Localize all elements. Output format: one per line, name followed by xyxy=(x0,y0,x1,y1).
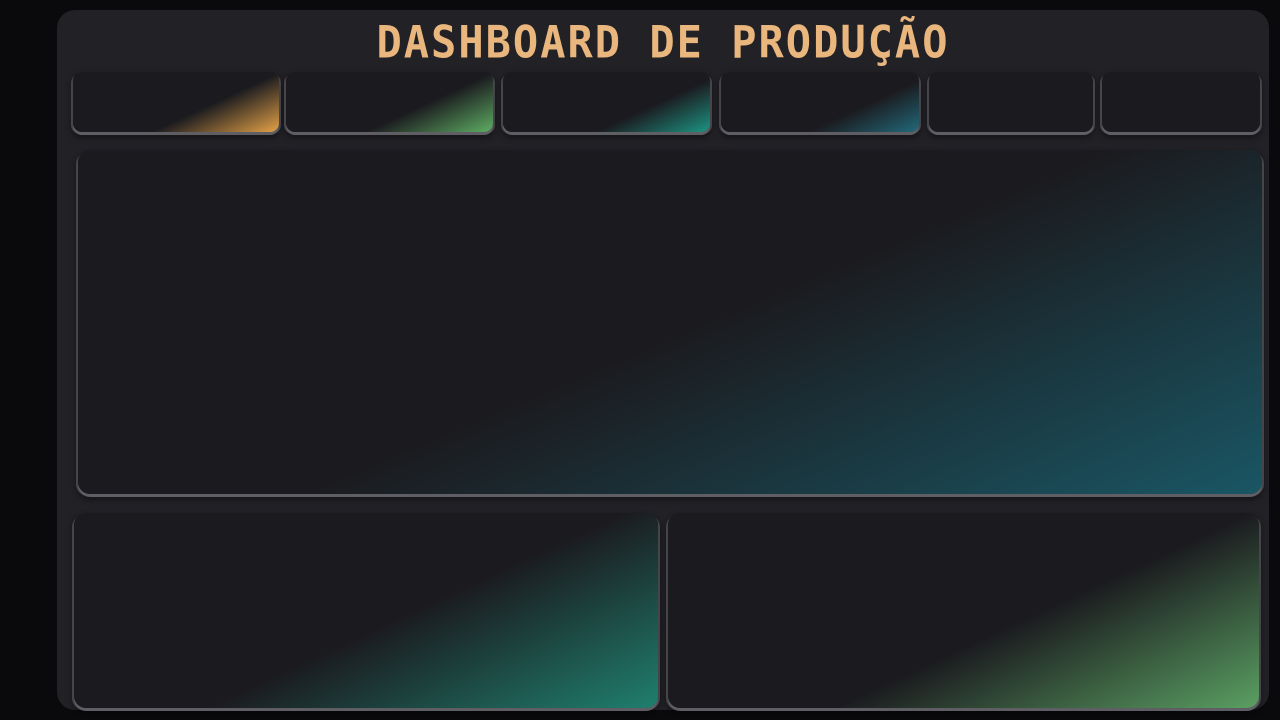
kpi-card-5[interactable] xyxy=(929,72,1093,132)
bottom-right-panel[interactable] xyxy=(668,513,1259,708)
kpi-card-3[interactable] xyxy=(503,72,710,132)
kpi-card-1[interactable] xyxy=(73,72,279,132)
kpi-card-4[interactable] xyxy=(721,72,919,132)
kpi-card-2[interactable] xyxy=(286,72,493,132)
kpi-card-6[interactable] xyxy=(1102,72,1260,132)
dashboard-frame: DASHBOARD DE PRODUÇÃO xyxy=(57,10,1269,710)
screen: DASHBOARD DE PRODUÇÃO xyxy=(0,0,1280,720)
bottom-left-panel[interactable] xyxy=(74,513,658,708)
main-chart-panel[interactable] xyxy=(78,150,1262,494)
page-title: DASHBOARD DE PRODUÇÃO xyxy=(376,16,950,69)
